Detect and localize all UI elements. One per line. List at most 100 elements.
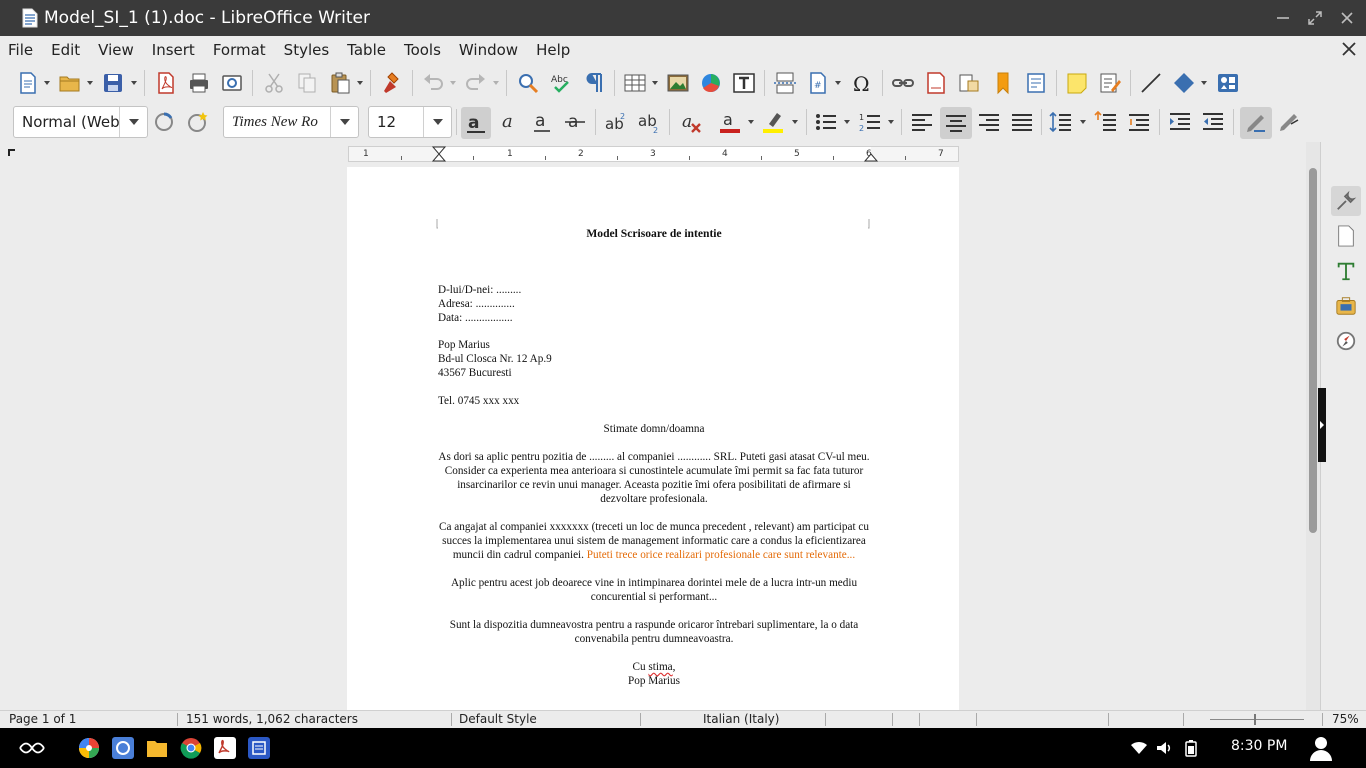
- system-clock[interactable]: 8:30 PM: [1231, 738, 1287, 754]
- superscript-icon[interactable]: ab 2: [603, 109, 629, 135]
- insert-footnote-icon[interactable]: [923, 70, 949, 96]
- print-preview-icon[interactable]: [219, 70, 245, 96]
- numbering-dropdown-icon[interactable]: [887, 109, 895, 135]
- new-document-icon[interactable]: [15, 70, 41, 96]
- pdf-viewer-icon[interactable]: [214, 737, 236, 759]
- document-page[interactable]: Model Scrisoare de intentie D-lui/D-nei:…: [347, 167, 959, 712]
- increase-paragraph-spacing-icon[interactable]: [1093, 109, 1119, 135]
- battery-icon[interactable]: [1180, 737, 1202, 759]
- font-size-combo[interactable]: 12: [368, 106, 452, 138]
- numbered-list-icon[interactable]: 12: [857, 109, 883, 135]
- menu-help[interactable]: Help: [527, 36, 579, 64]
- status-language[interactable]: Italian (Italy): [703, 711, 779, 728]
- align-right-icon[interactable]: [976, 109, 1002, 135]
- insert-textbox-icon[interactable]: [731, 70, 757, 96]
- new-style-icon[interactable]: [184, 109, 210, 135]
- close-window-icon[interactable]: [1331, 0, 1363, 36]
- find-replace-icon[interactable]: [515, 70, 541, 96]
- subscript-icon[interactable]: ab 2: [636, 109, 662, 135]
- restore-icon[interactable]: [1299, 0, 1331, 36]
- paragraph-style-combo[interactable]: Normal (Web: [13, 106, 148, 138]
- cut-icon[interactable]: [261, 70, 287, 96]
- menu-tools[interactable]: Tools: [395, 36, 450, 64]
- status-word-count[interactable]: 151 words, 1,062 characters: [186, 711, 358, 728]
- chrome-icon[interactable]: [180, 737, 202, 759]
- wifi-icon[interactable]: [1128, 737, 1150, 759]
- left-indent-marker-icon[interactable]: [432, 146, 446, 162]
- increase-indent-icon[interactable]: [1167, 109, 1193, 135]
- insert-endnote-icon[interactable]: [956, 70, 982, 96]
- minimize-icon[interactable]: [1267, 0, 1299, 36]
- insert-image-icon[interactable]: [665, 70, 691, 96]
- menu-table[interactable]: Table: [338, 36, 395, 64]
- line-spacing-icon[interactable]: [1048, 109, 1074, 135]
- export-pdf-icon[interactable]: [153, 70, 179, 96]
- files-folder-icon[interactable]: [146, 737, 168, 759]
- horizontal-ruler[interactable]: 1 1 2 3 4 5 6 7: [348, 146, 959, 162]
- shapes-dropdown-icon[interactable]: [1200, 70, 1208, 96]
- save-icon[interactable]: [100, 70, 126, 96]
- chevron-down-icon[interactable]: [119, 107, 147, 137]
- undo-icon[interactable]: [420, 70, 446, 96]
- status-page-count[interactable]: Page 1 of 1: [9, 711, 76, 728]
- decrease-indent-icon[interactable]: [1200, 109, 1226, 135]
- show-draw-functions-icon[interactable]: [1215, 70, 1241, 96]
- insert-line-icon[interactable]: [1138, 70, 1164, 96]
- update-style-icon[interactable]: [151, 109, 177, 135]
- bullet-list-icon[interactable]: [813, 109, 839, 135]
- user-avatar-icon[interactable]: [1308, 735, 1334, 761]
- spelling-icon[interactable]: Abc: [548, 70, 574, 96]
- paste-icon[interactable]: [327, 70, 353, 96]
- paste-dropdown-icon[interactable]: [356, 70, 364, 96]
- save-dropdown-icon[interactable]: [130, 70, 138, 96]
- sidebar-gallery-icon[interactable]: [1331, 291, 1361, 321]
- status-page-style[interactable]: Default Style: [459, 711, 537, 728]
- status-zoom-level[interactable]: 75%: [1332, 711, 1359, 728]
- sidebar-properties-icon[interactable]: [1331, 186, 1361, 216]
- menu-insert[interactable]: Insert: [143, 36, 204, 64]
- field-dropdown-icon[interactable]: [834, 70, 842, 96]
- insert-chart-icon[interactable]: [698, 70, 724, 96]
- close-document-icon[interactable]: [1342, 40, 1356, 61]
- justify-icon[interactable]: [1009, 109, 1035, 135]
- browser-tabs-icon[interactable]: [112, 737, 134, 759]
- font-color-dropdown-icon[interactable]: [747, 109, 755, 135]
- menu-styles[interactable]: Styles: [275, 36, 339, 64]
- bullet-dropdown-icon[interactable]: [843, 109, 851, 135]
- font-name-combo[interactable]: Times New Ro: [223, 106, 359, 138]
- chevron-down-icon[interactable]: [423, 107, 451, 137]
- align-left-icon[interactable]: [909, 109, 935, 135]
- table-dropdown-icon[interactable]: [651, 70, 659, 96]
- app-grid-icon[interactable]: [78, 737, 100, 759]
- document-body[interactable]: Model Scrisoare de intentie D-lui/D-nei:…: [438, 227, 870, 688]
- redo-icon[interactable]: [463, 70, 489, 96]
- menu-format[interactable]: Format: [204, 36, 275, 64]
- sidebar-navigator-icon[interactable]: [1331, 326, 1361, 356]
- sidebar-styles-icon[interactable]: [1331, 256, 1361, 286]
- bold-icon[interactable]: a: [461, 107, 491, 139]
- volume-icon[interactable]: [1153, 737, 1175, 759]
- copy-icon[interactable]: [294, 70, 320, 96]
- menu-view[interactable]: View: [89, 36, 143, 64]
- insert-table-icon[interactable]: [622, 70, 648, 96]
- right-indent-marker-icon[interactable]: [864, 146, 878, 162]
- decrease-paragraph-spacing-icon[interactable]: [1126, 109, 1152, 135]
- zoom-slider-knob[interactable]: [1254, 714, 1256, 725]
- writer-taskbar-icon[interactable]: [248, 737, 270, 759]
- sidebar-page-icon[interactable]: [1331, 221, 1361, 251]
- insert-hyperlink-icon[interactable]: [890, 70, 916, 96]
- track-changes-icon[interactable]: [1097, 70, 1123, 96]
- launcher-icon[interactable]: [18, 737, 46, 759]
- scrollbar-thumb[interactable]: [1309, 168, 1317, 533]
- align-center-icon[interactable]: [940, 107, 972, 139]
- new-dropdown-icon[interactable]: [43, 70, 51, 96]
- sidebar-collapse-handle[interactable]: [1318, 388, 1326, 462]
- paragraph-format-brush-icon[interactable]: [1276, 109, 1302, 135]
- formatting-marks-icon[interactable]: [581, 70, 607, 96]
- undo-dropdown-icon[interactable]: [449, 70, 457, 96]
- redo-dropdown-icon[interactable]: [492, 70, 500, 96]
- insert-page-break-icon[interactable]: [772, 70, 798, 96]
- open-dropdown-icon[interactable]: [86, 70, 94, 96]
- zoom-slider[interactable]: [1210, 719, 1304, 720]
- open-folder-icon[interactable]: [57, 70, 83, 96]
